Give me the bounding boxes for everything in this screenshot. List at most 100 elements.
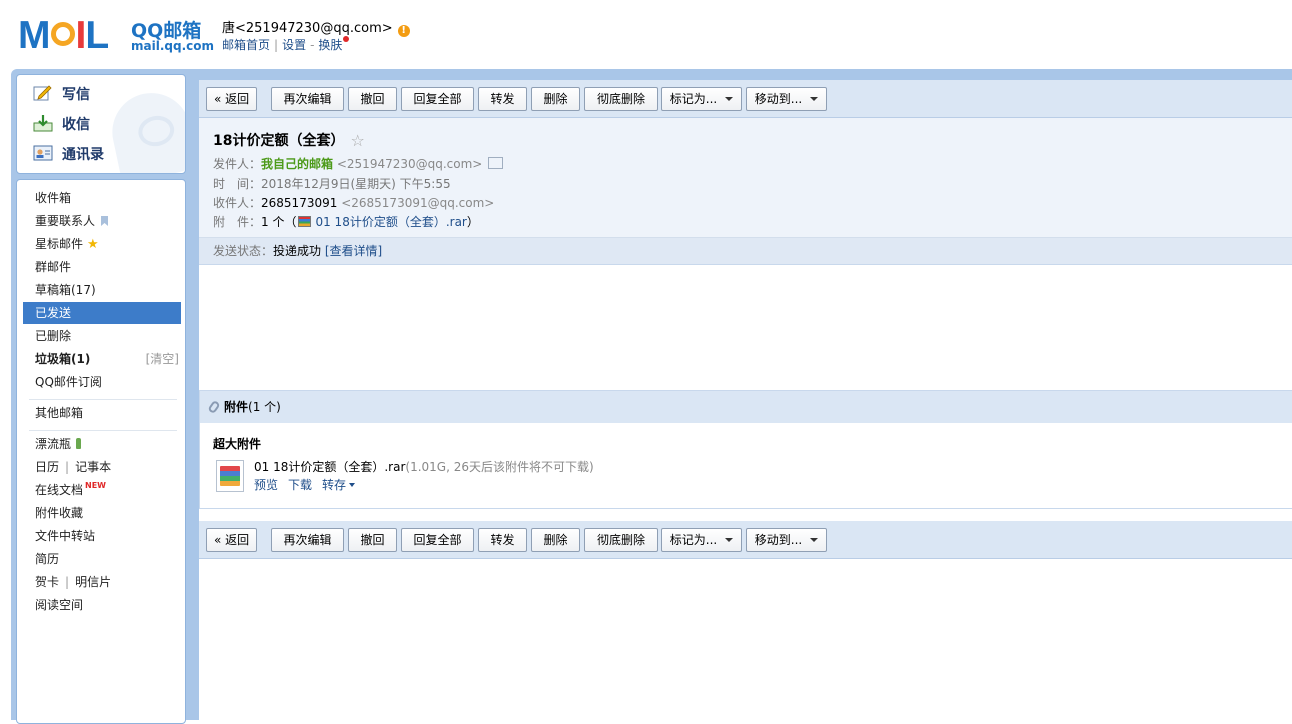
postcard-link[interactable]: 明信片 (75, 575, 111, 589)
view-details-link[interactable]: [查看详情] (325, 244, 382, 258)
folder-vip[interactable]: 重要联系人 (23, 210, 181, 232)
delete-button[interactable]: 删除 (531, 528, 580, 552)
contact-card-icon[interactable] (488, 157, 504, 169)
attachments-count: (1 个) (248, 400, 281, 414)
warning-icon[interactable]: ! (397, 25, 410, 37)
drift-bottle-item[interactable]: 漂流瓶 (23, 433, 181, 455)
folder-drafts[interactable]: 草稿箱(17) (23, 279, 181, 301)
folder-sent-label: 已发送 (35, 306, 72, 320)
user-info: 唐<251947230@qq.com>! (222, 17, 410, 37)
user-display: 唐<251947230@qq.com> (222, 21, 393, 36)
attachment-file: 01 18计价定额（全套）.rar(1.01G, 26天后该附件将不可下载) (254, 458, 594, 475)
folder-group[interactable]: 群邮件 (23, 256, 181, 278)
recipient-name[interactable]: 2685173091 (261, 196, 337, 210)
recall-button[interactable]: 撤回 (348, 87, 397, 111)
bottle-icon (76, 438, 82, 449)
attachment-count: 1 个（ (261, 215, 297, 229)
resume-item[interactable]: 简历 (23, 548, 181, 570)
attachment-row: 附 件：1 个（ 01 18计价定额（全套）.rar） (213, 213, 479, 230)
sender-address: <251947230@qq.com> (336, 157, 483, 171)
folder-inbox-label: 收件箱 (35, 191, 72, 205)
preview-link[interactable]: 预览 (254, 478, 278, 492)
edit-again-button[interactable]: 再次编辑 (271, 528, 344, 552)
mail-home-link[interactable]: 邮箱首页 (222, 38, 270, 52)
attachment-link[interactable]: 01 18计价定额（全套）.rar (315, 215, 466, 229)
sender-name[interactable]: 我自己的邮箱 (261, 157, 333, 171)
attachment-close-paren: ） (466, 215, 479, 229)
delete-permanently-button[interactable]: 彻底删除 (584, 528, 658, 552)
back-button[interactable]: « 返回 (206, 528, 257, 552)
chevron-down-icon (349, 483, 356, 487)
attachment-label: 附 件： (213, 215, 262, 229)
online-docs-item[interactable]: 在线文档 NEW (23, 479, 181, 501)
recipient-row: 收件人：2685173091 <2685173091@qq.com> (213, 194, 494, 211)
attachment-file-meta: (1.01G, 26天后该附件将不可下载) (405, 460, 594, 474)
reply-all-button[interactable]: 回复全部 (401, 87, 474, 111)
paperclip-icon (207, 399, 221, 415)
edit-again-button[interactable]: 再次编辑 (271, 87, 344, 111)
star-outline-icon[interactable]: ☆ (350, 131, 364, 150)
status-label: 发送状态： (213, 244, 274, 258)
folder-deleted[interactable]: 已删除 (23, 325, 181, 347)
sender-row: 发件人：我自己的邮箱 <251947230@qq.com> (213, 155, 504, 172)
folder-spam[interactable]: 垃圾箱(1) [清空] (23, 348, 181, 370)
attachments-title: 附件 (224, 400, 249, 414)
logo-wordmark: M IL (18, 14, 109, 57)
mark-as-label: 标记为... (669, 92, 718, 106)
notebook-link[interactable]: 记事本 (75, 460, 111, 474)
folder-sent[interactable]: 已发送 (23, 302, 181, 324)
back-button[interactable]: « 返回 (206, 87, 257, 111)
folder-subscriptions[interactable]: QQ邮件订阅 (23, 371, 181, 393)
recipient-label: 收件人： (213, 196, 262, 210)
folder-other-mailboxes[interactable]: 其他邮箱 (23, 402, 181, 424)
receive-button[interactable]: 收信 (33, 114, 90, 136)
clear-spam-link[interactable]: [清空] (146, 348, 179, 370)
folder-vip-label: 重要联系人 (35, 214, 96, 228)
qq-mail-logo[interactable]: M IL QQ邮箱 mail.qq.com (18, 14, 214, 58)
skin-link[interactable]: 换肤 (318, 38, 342, 52)
contacts-button[interactable]: 通讯录 (33, 144, 104, 166)
time-row: 时 间：2018年12月9日(星期天) 下午5:55 (213, 175, 451, 192)
move-to-label: 移动到... (754, 92, 803, 106)
folder-inbox[interactable]: 收件箱 (23, 187, 181, 209)
move-to-dropdown[interactable]: 移动到... (746, 528, 827, 552)
mail-header: 18计价定额（全套） ☆ 发件人：我自己的邮箱 <251947230@qq.com… (199, 118, 1292, 265)
reading-space-label: 阅读空间 (35, 598, 84, 612)
notification-dot-icon (343, 36, 350, 42)
save-to-label: 转存 (322, 478, 347, 492)
quick-actions: 写信 收信 通讯录 (16, 74, 186, 174)
subject-text: 18计价定额（全套） (213, 133, 345, 149)
mark-as-dropdown[interactable]: 标记为... (661, 528, 742, 552)
settings-link[interactable]: 设置 (282, 38, 306, 52)
delete-button[interactable]: 删除 (531, 87, 580, 111)
move-to-dropdown[interactable]: 移动到... (746, 87, 827, 111)
save-to-dropdown[interactable]: 转存 (322, 478, 356, 492)
forward-button[interactable]: 转发 (478, 528, 527, 552)
forward-button[interactable]: 转发 (478, 87, 527, 111)
attachment-actions: 预览 下载 转存 (254, 476, 365, 493)
sender-label: 发件人： (213, 157, 262, 171)
time-label: 时 间： (213, 177, 262, 191)
attachment-collection-item[interactable]: 附件收藏 (23, 502, 181, 524)
reply-all-button[interactable]: 回复全部 (401, 528, 474, 552)
folder-starred[interactable]: 星标邮件 ★ (23, 233, 181, 255)
new-badge: NEW (85, 481, 106, 490)
mark-as-dropdown[interactable]: 标记为... (661, 87, 742, 111)
delete-permanently-button[interactable]: 彻底删除 (584, 87, 658, 111)
reading-space-item[interactable]: 阅读空间 (23, 594, 181, 616)
time-value: 2018年12月9日(星期天) 下午5:55 (261, 177, 451, 191)
compose-button[interactable]: 写信 (33, 84, 90, 106)
mark-as-label: 标记为... (669, 533, 718, 547)
greeting-card-link[interactable]: 贺卡 (35, 575, 59, 589)
attachment-file-name[interactable]: 01 18计价定额（全套）.rar (254, 460, 405, 474)
bookmark-icon (101, 216, 109, 226)
calendar-link[interactable]: 日历 (35, 460, 59, 474)
divider (29, 430, 177, 431)
star-icon: ★ (87, 237, 99, 252)
download-link[interactable]: 下载 (288, 478, 312, 492)
resume-label: 简历 (35, 552, 60, 566)
file-transfer-item[interactable]: 文件中转站 (23, 525, 181, 547)
chevron-down-icon (725, 97, 734, 101)
recall-button[interactable]: 撤回 (348, 528, 397, 552)
rar-file-icon[interactable] (216, 460, 244, 492)
